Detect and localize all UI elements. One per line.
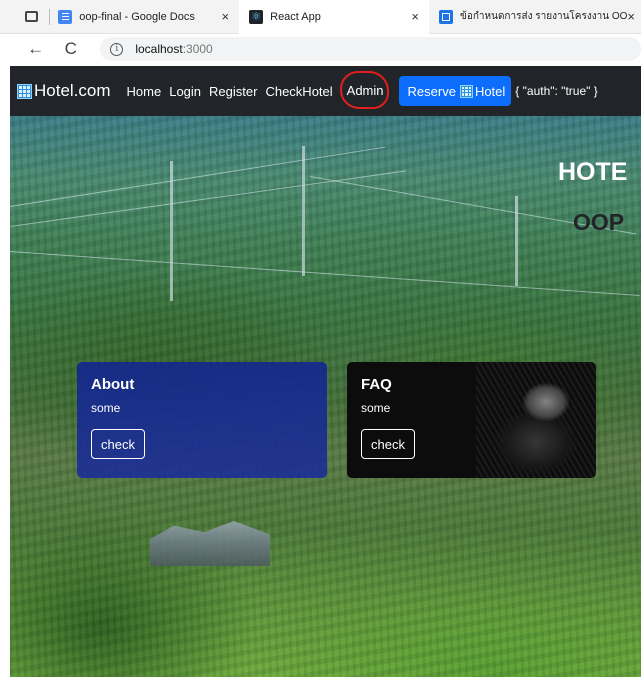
browser-tab-bar: oop-final - Google Docs × ⚛ React App × …	[0, 0, 641, 34]
url-field[interactable]: i localhost :3000	[100, 37, 641, 61]
card-text: some	[361, 401, 391, 415]
url-port: :3000	[182, 42, 213, 56]
tab-actions-icon[interactable]	[22, 7, 41, 27]
reserve-hotel-button[interactable]: Reserve Hotel	[398, 76, 512, 106]
brand-name: Hotel.com	[34, 81, 111, 100]
highlight-annotation-circle	[339, 71, 389, 109]
tab-assignment-doc[interactable]: ข้อกำหนดการส่ง รายงานโครงงาน OO ×	[429, 0, 641, 34]
reload-icon[interactable]: C	[59, 39, 82, 59]
page-icon	[439, 9, 453, 24]
transmission-tower	[302, 146, 305, 276]
reserve-label: Reserve	[407, 83, 456, 99]
tab-google-docs[interactable]: oop-final - Google Docs ×	[58, 0, 239, 34]
web-page: Hotel.com Home Login Register CheckHotel…	[10, 66, 641, 677]
browser-address-bar: ← C i localhost :3000	[0, 34, 641, 64]
close-icon[interactable]: ×	[627, 9, 635, 24]
transmission-tower	[170, 161, 173, 301]
close-icon[interactable]: ×	[222, 9, 230, 24]
react-icon: ⚛	[249, 9, 264, 24]
hero-title: HOTE	[558, 158, 628, 186]
brand-link[interactable]: Hotel.com	[17, 81, 111, 101]
nav-link-checkhotel[interactable]: CheckHotel	[265, 84, 332, 99]
nav-link-register[interactable]: Register	[209, 84, 257, 99]
google-docs-icon	[58, 9, 73, 24]
admin-link-wrapper: Admin	[339, 71, 389, 109]
tab-title: ข้อกำหนดการส่ง รายงานโครงงาน OO	[460, 11, 628, 22]
tab-title: React App	[270, 10, 321, 23]
navbar: Hotel.com Home Login Register CheckHotel…	[10, 66, 641, 116]
hero-subtitle: OOP	[573, 209, 625, 235]
nav-link-login[interactable]: Login	[169, 84, 201, 99]
close-icon[interactable]: ×	[411, 9, 419, 24]
back-arrow-icon[interactable]: ←	[24, 39, 47, 59]
card-title: FAQ	[361, 376, 392, 393]
card-text: some	[91, 401, 121, 415]
tab-react-app[interactable]: ⚛ React App ×	[239, 0, 429, 34]
hotel-icon	[17, 83, 32, 99]
about-check-button[interactable]: check	[91, 429, 145, 459]
transmission-tower	[515, 196, 518, 286]
nav-link-home[interactable]: Home	[127, 84, 162, 99]
card-title: About	[91, 376, 135, 393]
tab-divider	[49, 8, 51, 25]
faq-check-button[interactable]: check	[361, 429, 415, 459]
about-card: About some check	[77, 362, 327, 478]
faq-card: FAQ some check	[347, 362, 596, 478]
hotel-icon	[459, 84, 473, 98]
tab-title: oop-final - Google Docs	[79, 10, 195, 23]
reserve-label-hotel: Hotel	[474, 83, 506, 99]
url-host: localhost	[135, 42, 183, 56]
info-icon[interactable]: i	[110, 42, 124, 56]
auth-state-text: { "auth": "true" }	[515, 84, 598, 98]
